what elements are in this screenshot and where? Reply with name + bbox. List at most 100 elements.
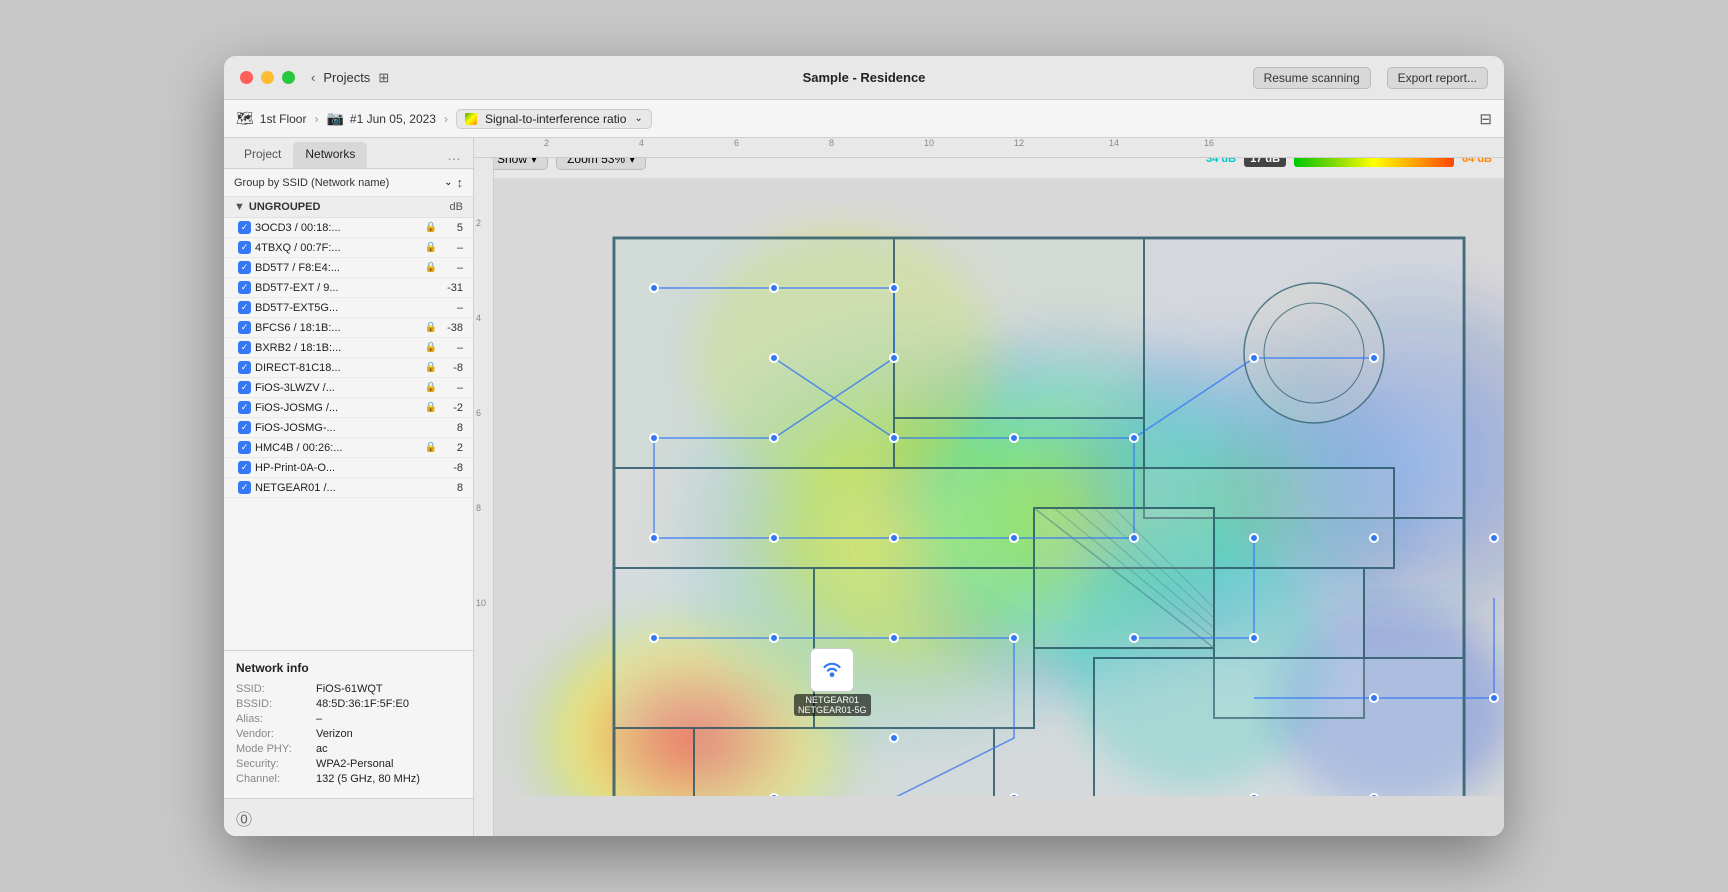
network-checkbox[interactable] [238, 321, 251, 334]
network-list-item[interactable]: HMC4B / 00:26:... 🔒 2 [224, 438, 473, 458]
measurement-point[interactable] [1249, 353, 1259, 363]
export-report-button[interactable]: Export report... [1387, 67, 1488, 89]
network-list-item[interactable]: FiOS-JOSMG /... 🔒 -2 [224, 398, 473, 418]
measurement-point[interactable] [889, 733, 899, 743]
back-button[interactable]: ‹ [311, 70, 315, 85]
network-list-item[interactable]: BFCS6 / 18:1B:... 🔒 -38 [224, 318, 473, 338]
measurement-point[interactable] [889, 283, 899, 293]
measurement-point[interactable] [1009, 793, 1019, 796]
network-signal: – [441, 242, 463, 254]
alias-value: – [316, 713, 322, 725]
network-checkbox[interactable] [238, 401, 251, 414]
network-signal: -8 [441, 362, 463, 374]
network-checkbox[interactable] [238, 341, 251, 354]
measurement-point[interactable] [769, 533, 779, 543]
lock-icon: 🔒 [425, 402, 437, 413]
network-checkbox[interactable] [238, 381, 251, 394]
network-checkbox[interactable] [238, 441, 251, 454]
measurement-point[interactable] [769, 353, 779, 363]
ap-marker[interactable]: NETGEAR01NETGEAR01-5G [794, 648, 871, 716]
chevron-down-icon: ⌄ [634, 113, 642, 124]
measurement-point[interactable] [1249, 533, 1259, 543]
tab-networks[interactable]: Networks [293, 142, 367, 168]
network-checkbox[interactable] [238, 221, 251, 234]
filter-icon[interactable]: ⊟ [1479, 110, 1492, 128]
tab-more[interactable]: … [443, 142, 465, 168]
measurement-point[interactable] [769, 283, 779, 293]
measurement-point[interactable] [1489, 533, 1499, 543]
network-checkbox[interactable] [238, 281, 251, 294]
signal-type-dropdown[interactable]: Signal-to-interference ratio ⌄ [456, 109, 652, 129]
network-name: FiOS-3LWZV /... [255, 382, 421, 394]
sidebar-footer: ⓪ [224, 798, 473, 836]
network-list-item[interactable]: 3OCD3 / 00:18:... 🔒 5 [224, 218, 473, 238]
measurement-point[interactable] [1369, 353, 1379, 363]
network-checkbox[interactable] [238, 241, 251, 254]
resume-scanning-button[interactable]: Resume scanning [1253, 67, 1371, 89]
measurement-point[interactable] [889, 633, 899, 643]
map-canvas[interactable]: NETGEAR01NETGEAR01-5G [494, 158, 1504, 796]
ungrouped-header: ▼ UNGROUPED dB [224, 197, 473, 218]
network-list-item[interactable]: NETGEAR01 /... 8 [224, 478, 473, 498]
network-list-item[interactable]: BXRB2 / 18:1B:... 🔒 – [224, 338, 473, 358]
measurement-point[interactable] [1009, 533, 1019, 543]
ssid-value: FiOS-61WQT [316, 683, 383, 695]
floor-breadcrumb[interactable]: 🗺 1st Floor [236, 110, 306, 127]
main-content: Project Networks … Group by SSID (Networ… [224, 138, 1504, 836]
measurement-point[interactable] [1249, 793, 1259, 796]
measurement-point[interactable] [769, 633, 779, 643]
close-button[interactable] [240, 71, 253, 84]
measurement-point[interactable] [1129, 633, 1139, 643]
measurement-point[interactable] [1489, 693, 1499, 703]
measurement-point[interactable] [1369, 793, 1379, 796]
scan-breadcrumb[interactable]: 📷 #1 Jun 05, 2023 [326, 110, 436, 127]
network-list-item[interactable]: FiOS-3LWZV /... 🔒 – [224, 378, 473, 398]
measurement-point[interactable] [1009, 633, 1019, 643]
network-checkbox[interactable] [238, 461, 251, 474]
measurement-point[interactable] [1129, 533, 1139, 543]
ruler-mark: 4 [639, 138, 644, 148]
network-list-item[interactable]: BD5T7-EXT / 9... -31 [224, 278, 473, 298]
tab-project[interactable]: Project [232, 142, 293, 168]
lock-icon: 🔒 [425, 222, 437, 233]
network-checkbox[interactable] [238, 421, 251, 434]
network-checkbox[interactable] [238, 481, 251, 494]
ruler-vertical: 2 4 6 8 10 [474, 158, 494, 836]
measurement-point[interactable] [769, 433, 779, 443]
map-area[interactable]: 2 4 6 8 10 12 14 16 2 4 6 8 10 [474, 138, 1504, 836]
measurement-point[interactable] [889, 353, 899, 363]
group-by-dropdown[interactable]: Group by SSID (Network name) [234, 177, 440, 189]
network-checkbox[interactable] [238, 361, 251, 374]
measurement-point[interactable] [889, 533, 899, 543]
network-checkbox[interactable] [238, 301, 251, 314]
minimize-button[interactable] [261, 71, 274, 84]
network-list-item[interactable]: 4TBXQ / 00:7F:... 🔒 – [224, 238, 473, 258]
network-checkbox[interactable] [238, 261, 251, 274]
traffic-lights [240, 71, 295, 84]
measurement-point[interactable] [649, 283, 659, 293]
network-list-item[interactable]: DIRECT-81C18... 🔒 -8 [224, 358, 473, 378]
projects-link[interactable]: Projects [323, 70, 370, 85]
collapse-icon[interactable]: ▼ [234, 201, 245, 213]
measurement-point[interactable] [1009, 433, 1019, 443]
network-list-item[interactable]: HP-Print-0A-O... -8 [224, 458, 473, 478]
measurement-point[interactable] [649, 633, 659, 643]
maximize-button[interactable] [282, 71, 295, 84]
network-list-item[interactable]: BD5T7-EXT5G... – [224, 298, 473, 318]
measurement-point[interactable] [1129, 433, 1139, 443]
measurement-point[interactable] [1249, 633, 1259, 643]
measurement-point[interactable] [649, 433, 659, 443]
sort-icon[interactable]: ↕ [457, 175, 464, 190]
ruler-mark: 4 [476, 313, 481, 323]
info-icon[interactable]: ⓪ [236, 806, 252, 830]
network-list-item[interactable]: FiOS-JOSMG-... 8 [224, 418, 473, 438]
measurement-point[interactable] [1369, 533, 1379, 543]
ruler-mark: 8 [476, 503, 481, 513]
measurement-point[interactable] [1369, 693, 1379, 703]
network-list-item[interactable]: BD5T7 / F8:E4:... 🔒 – [224, 258, 473, 278]
layout-icon[interactable]: ⊞ [378, 70, 389, 86]
network-name: BD5T7 / F8:E4:... [255, 262, 421, 274]
measurement-point[interactable] [769, 793, 779, 796]
measurement-point[interactable] [889, 433, 899, 443]
measurement-point[interactable] [649, 533, 659, 543]
